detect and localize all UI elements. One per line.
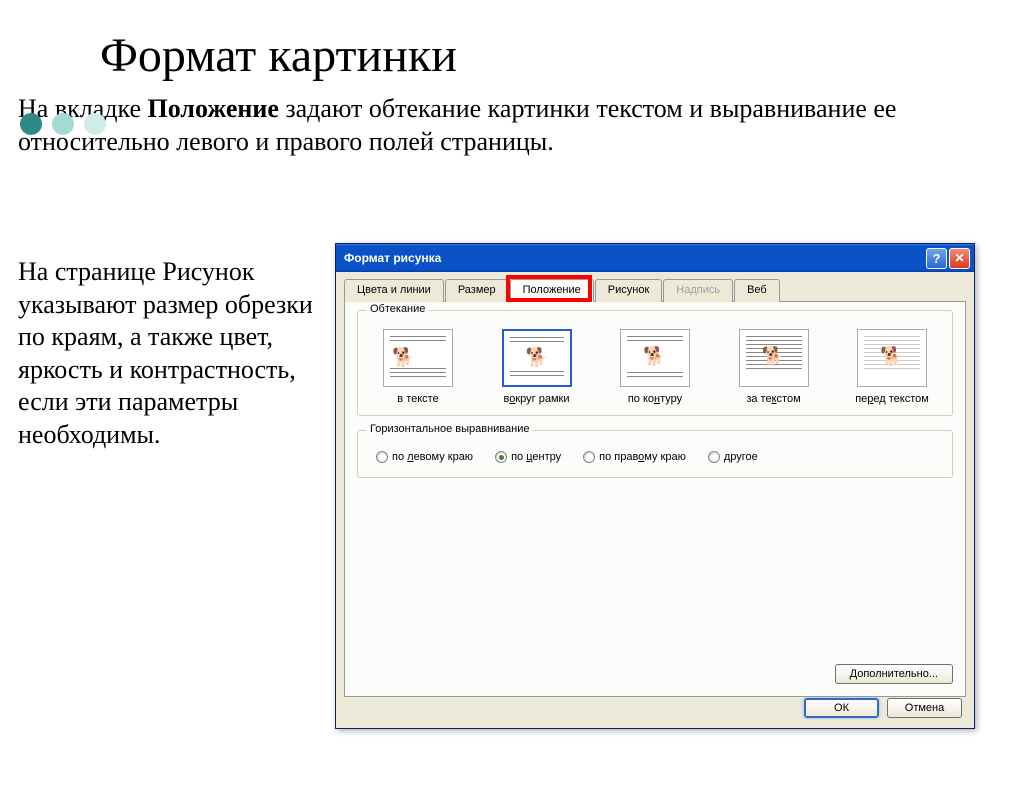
cancel-button[interactable]: Отмена [887,698,962,718]
radio-icon [583,451,595,463]
wrap-tight-icon: 🐕 [620,329,690,387]
text: указывают размер обрезки по краям, а так… [18,290,313,449]
bullet-icon [52,113,74,135]
tab-panel-position: Обтекание 🐕 в тексте 🐕 [344,301,966,697]
format-picture-dialog: Формат рисунка ? ✕ Цвета и линии Размер … [335,243,975,729]
wrap-option-square[interactable]: 🐕 вокруг рамки [487,329,587,405]
bullet-icon [84,113,106,135]
wrap-inline-label: в тексте [368,393,468,405]
radio-icon [495,451,507,463]
paragraph-picture: На странице Рисунок указывают размер обр… [18,256,338,451]
radio-align-other[interactable]: другое [708,451,758,463]
text-bold: Положение [148,94,279,123]
dog-icon: 🐕 [643,347,665,365]
dog-icon: 🐕 [880,347,902,365]
group-wrapping: Обтекание 🐕 в тексте 🐕 [357,310,953,416]
titlebar[interactable]: Формат рисунка ? ✕ [336,244,974,272]
tab-position[interactable]: Положение [510,279,594,302]
text-bold: Рисунок [162,257,254,286]
wrap-option-inline[interactable]: 🐕 в тексте [368,329,468,405]
paragraph-position: На вкладке Положение задают обтекание ка… [18,93,1006,158]
group-label-align: Горизонтальное выравнивание [366,423,533,435]
radio-icon [708,451,720,463]
radio-align-left[interactable]: по левому краю [376,451,473,463]
tab-picture[interactable]: Рисунок [595,279,663,302]
advanced-button[interactable]: Дополнительно... [835,664,953,684]
tab-colors-lines[interactable]: Цвета и линии [344,279,444,302]
dog-icon: 🐕 [526,348,548,366]
wrap-behind-icon: 🐕 [739,329,809,387]
help-button[interactable]: ? [926,248,947,269]
close-button[interactable]: ✕ [949,248,970,269]
bullet-icon [20,113,42,135]
dialog-footer-buttons: ОК Отмена [804,698,962,718]
dog-icon: 🐕 [392,348,414,366]
radio-align-center[interactable]: по центру [495,451,561,463]
slide-bullets [20,113,106,135]
tab-web[interactable]: Веб [734,279,780,302]
tab-textbox: Надпись [663,279,733,302]
tab-strip: Цвета и линии Размер Положение Рисунок Н… [344,278,966,301]
wrap-option-tight[interactable]: 🐕 по контуру [605,329,705,405]
wrap-option-infront[interactable]: 🐕 перед текстом [842,329,942,405]
tab-size[interactable]: Размер [445,279,509,302]
ok-button[interactable]: ОК [804,698,879,718]
wrap-square-label: вокруг рамки [487,393,587,405]
wrap-front-icon: 🐕 [857,329,927,387]
text: На странице [18,257,162,286]
wrap-front-label: перед текстом [842,393,942,405]
group-horizontal-align: Горизонтальное выравнивание по левому кр… [357,430,953,478]
wrap-inline-icon: 🐕 [383,329,453,387]
dialog-title: Формат рисунка [344,251,441,265]
dog-icon: 🐕 [762,347,784,365]
wrap-behind-label: за текстом [724,393,824,405]
radio-align-right[interactable]: по правому краю [583,451,686,463]
slide-title: Формат картинки [100,28,1024,83]
wrap-square-icon: 🐕 [502,329,572,387]
group-label-wrapping: Обтекание [366,303,429,315]
wrap-option-behind[interactable]: 🐕 за текстом [724,329,824,405]
radio-icon [376,451,388,463]
wrap-tight-label: по контуру [605,393,705,405]
